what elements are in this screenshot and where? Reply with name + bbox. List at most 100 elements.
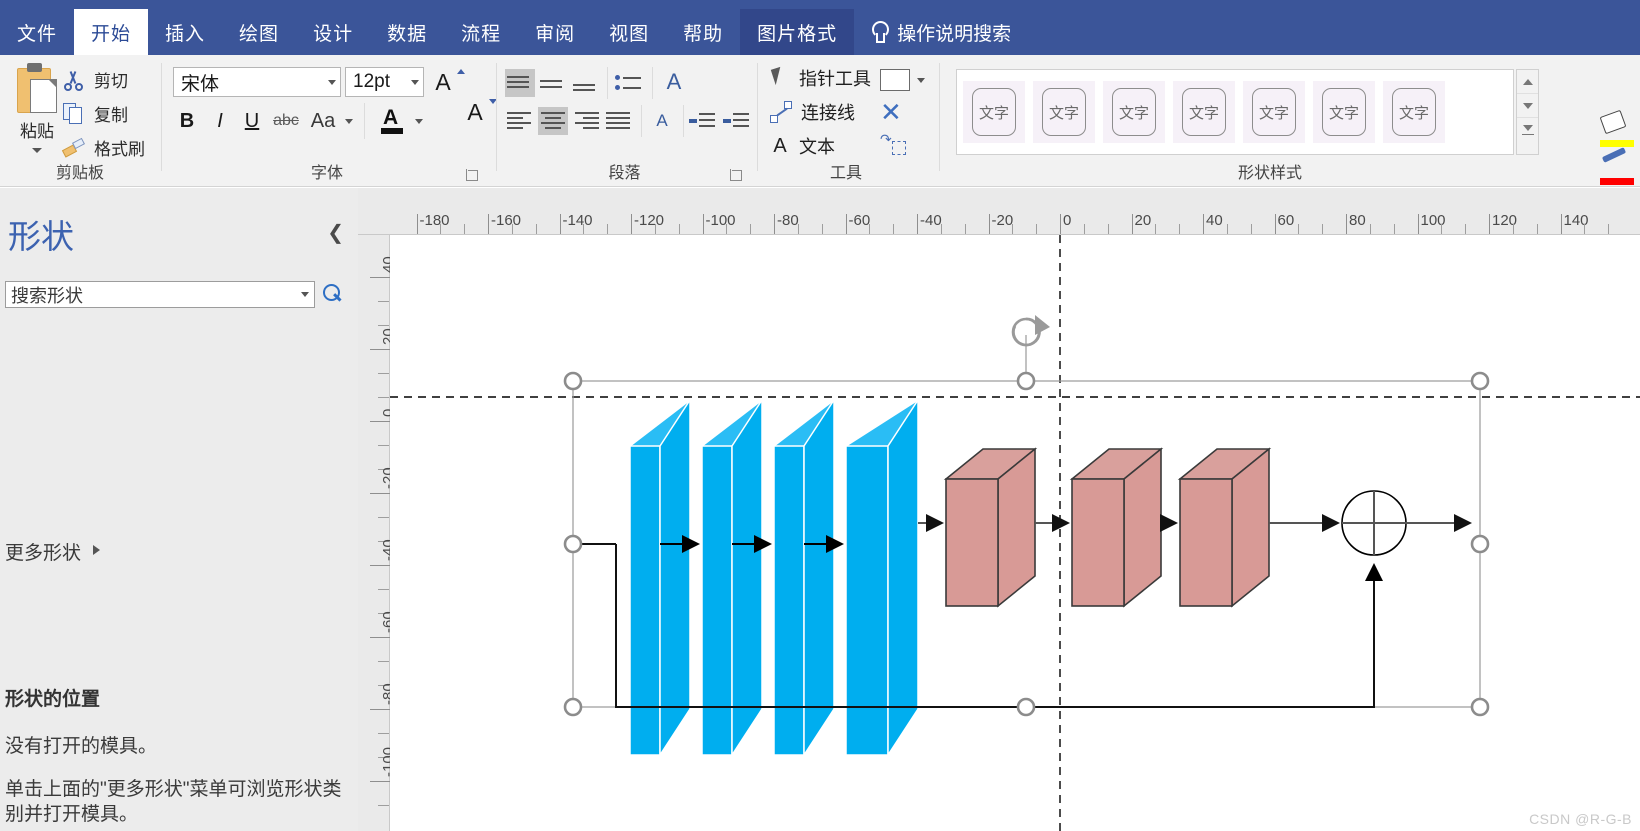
decrease-indent-button[interactable] xyxy=(689,107,719,135)
tab-insert[interactable]: 插入 xyxy=(148,9,222,55)
align-top-button[interactable] xyxy=(505,69,535,97)
align-left-button[interactable] xyxy=(505,107,535,135)
shape-style-thumb[interactable]: 文字 xyxy=(1033,81,1095,143)
underline-button[interactable]: U xyxy=(239,107,265,135)
align-justify-button[interactable] xyxy=(604,107,634,135)
grow-font-button[interactable]: A xyxy=(430,67,465,97)
drawing-canvas[interactable]: CSDN @R-G-B xyxy=(390,235,1640,831)
ruler-label: 80 xyxy=(1349,212,1366,229)
connector-tool-button[interactable]: 连接线 xyxy=(770,99,855,125)
tell-me-search[interactable]: 操作说明搜索 xyxy=(854,9,1011,55)
chevron-down-icon[interactable] xyxy=(32,148,42,153)
text-tool-button[interactable]: A 文本 xyxy=(770,133,835,159)
shape-style-thumb-label: 文字 xyxy=(1252,88,1296,136)
ruler-tick-major xyxy=(370,565,390,566)
shape-style-thumb[interactable]: 文字 xyxy=(1103,81,1165,143)
block-3 xyxy=(1177,447,1272,608)
ruler-tick-minor xyxy=(1012,224,1014,234)
vertical-ruler[interactable]: 40 20 0 -20 -40 -60 -80 -100 xyxy=(358,235,397,831)
font-dialog-launcher[interactable] xyxy=(466,169,478,181)
conv-layer-3 xyxy=(773,397,835,758)
tab-design[interactable]: 设计 xyxy=(296,9,370,55)
ruler-tick-minor xyxy=(869,224,871,234)
ruler-tick-major xyxy=(370,781,390,782)
shape-fill-icon[interactable] xyxy=(1598,109,1638,149)
bullets-button[interactable] xyxy=(614,69,644,97)
shape-style-thumb[interactable]: 文字 xyxy=(1383,81,1445,143)
text-direction-icon: A xyxy=(666,69,682,94)
rectangle-tool-caret[interactable] xyxy=(914,73,928,87)
ruler-tick-minor xyxy=(893,224,895,234)
line-spacing-icon: A xyxy=(656,111,668,130)
horizontal-ruler[interactable]: -180 -160 -140 -120 -100 -80 -60 -40 -20 0 20 40 60 8… xyxy=(358,188,1640,235)
line-spacing-button[interactable]: A xyxy=(647,107,677,135)
bold-button[interactable]: B xyxy=(174,107,200,135)
font-size-combo[interactable]: 12pt xyxy=(345,67,424,97)
align-middle-button[interactable] xyxy=(538,69,568,97)
ruler-tick-minor xyxy=(583,224,585,234)
ruler-tick-minor xyxy=(1441,224,1443,234)
font-color-caret[interactable] xyxy=(412,113,426,129)
ruler-tick-minor xyxy=(964,224,966,234)
paste-button[interactable]: 粘贴 xyxy=(6,61,68,169)
align-justify-icon xyxy=(604,108,634,134)
shape-style-thumb[interactable]: 文字 xyxy=(963,81,1025,143)
tab-view[interactable]: 视图 xyxy=(592,9,666,55)
tab-draw[interactable]: 绘图 xyxy=(222,9,296,55)
scroll-up-icon[interactable] xyxy=(1517,70,1538,94)
diagram-svg xyxy=(390,235,1640,831)
rectangle-tool-icon[interactable] xyxy=(880,69,910,91)
tab-review[interactable]: 审阅 xyxy=(518,9,592,55)
paragraph-group-title: 段落 xyxy=(608,165,641,182)
change-case-caret[interactable] xyxy=(342,113,356,129)
change-case-button[interactable]: Aa xyxy=(306,107,340,135)
search-icon[interactable] xyxy=(320,283,346,307)
search-shapes-placeholder: 搜索形状 xyxy=(11,285,83,306)
chevron-down-icon[interactable] xyxy=(328,79,336,85)
gallery-scrollbar[interactable] xyxy=(1516,69,1539,155)
shape-outline-icon[interactable] xyxy=(1598,147,1638,187)
chevron-down-icon[interactable] xyxy=(296,292,314,297)
copy-button[interactable]: 复制 xyxy=(62,101,128,126)
tab-process[interactable]: 流程 xyxy=(444,9,518,55)
increase-indent-button[interactable] xyxy=(723,107,753,135)
ruler-tick-minor xyxy=(821,224,823,234)
font-family-combo[interactable]: 宋体 xyxy=(173,67,341,97)
shape-styles-gallery[interactable]: 文字 文字 文字 文字 文字 文字 文字 xyxy=(956,69,1514,155)
ruler-tick-major xyxy=(845,214,847,234)
shrink-font-button[interactable]: A xyxy=(462,97,497,127)
position-tool-icon[interactable]: ↷ xyxy=(880,131,906,155)
ruler-tick-minor xyxy=(726,224,728,234)
conv-layer-2 xyxy=(701,397,763,758)
search-shapes-input[interactable]: 搜索形状 xyxy=(5,281,315,308)
strikethrough-button[interactable]: abc xyxy=(270,109,302,133)
chevron-right-icon[interactable] xyxy=(93,545,100,555)
more-shapes-menu[interactable]: 更多形状 xyxy=(5,538,81,565)
close-x-icon[interactable]: ✕ xyxy=(880,97,902,128)
chevron-down-icon[interactable] xyxy=(411,79,419,85)
tab-help[interactable]: 帮助 xyxy=(666,9,740,55)
gallery-more-icon[interactable] xyxy=(1517,118,1538,142)
chevron-left-icon[interactable]: ❮ xyxy=(327,220,344,245)
font-color-button[interactable]: A xyxy=(380,106,406,137)
tab-data[interactable]: 数据 xyxy=(370,9,444,55)
text-direction-button[interactable]: A xyxy=(659,67,689,97)
paragraph-dialog-launcher[interactable] xyxy=(730,169,742,181)
align-center-button[interactable] xyxy=(538,107,568,135)
format-painter-button[interactable]: 格式刷 xyxy=(61,135,145,160)
shape-style-thumb[interactable]: 文字 xyxy=(1243,81,1305,143)
align-right-button[interactable] xyxy=(571,107,601,135)
pointer-tool-button[interactable]: 指针工具 xyxy=(770,65,871,91)
shape-style-thumb[interactable]: 文字 xyxy=(1173,81,1235,143)
ruler-tick-major xyxy=(1203,214,1204,234)
cut-button[interactable]: 剪切 xyxy=(62,67,128,92)
ruler-tick-major xyxy=(1417,214,1419,234)
scroll-down-icon[interactable] xyxy=(1517,94,1538,118)
shape-style-thumb[interactable]: 文字 xyxy=(1313,81,1375,143)
tab-home[interactable]: 开始 xyxy=(74,9,149,55)
align-bottom-button[interactable] xyxy=(571,69,601,97)
tab-picture-format[interactable]: 图片格式 xyxy=(740,9,855,55)
ruler-label: -140 xyxy=(562,212,593,229)
tab-file[interactable]: 文件 xyxy=(0,9,74,55)
italic-button[interactable]: I xyxy=(207,107,233,135)
